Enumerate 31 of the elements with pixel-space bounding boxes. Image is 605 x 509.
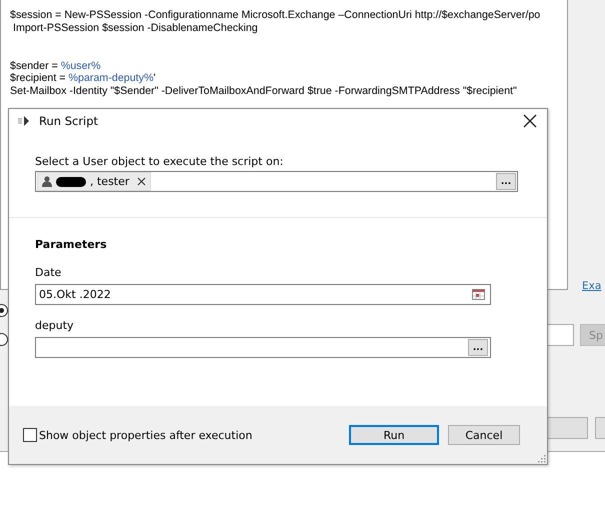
browse-button[interactable]: ... bbox=[468, 339, 488, 356]
resize-grip-icon[interactable] bbox=[538, 455, 546, 463]
code-text: $recipient = bbox=[10, 72, 67, 84]
variable-token: %user% bbox=[60, 60, 101, 72]
date-field[interactable]: 05.Okt .2022 bbox=[35, 284, 491, 305]
code-text: $sender = bbox=[10, 60, 59, 72]
parameter-label: deputy bbox=[35, 319, 75, 332]
checkbox-label: Show object properties after execution bbox=[39, 428, 252, 442]
deputy-field[interactable]: ... bbox=[35, 337, 491, 358]
parameters-heading: Parameters bbox=[35, 238, 108, 251]
redaction-mark bbox=[56, 176, 86, 186]
user-token[interactable]: , tester bbox=[37, 172, 152, 191]
remove-icon[interactable] bbox=[137, 177, 146, 186]
script-icon bbox=[17, 115, 31, 127]
object-label: Select a User object to execute the script on: bbox=[35, 155, 284, 168]
code-text: Import-PSSession $session -DisablenameChecking bbox=[12, 22, 258, 34]
checkbox[interactable] bbox=[23, 428, 37, 442]
calendar-icon[interactable] bbox=[472, 289, 485, 300]
code-text: Set-Mailbox -Identity "$Sender" -DeliverToMailboxAndForward $true -ForwardingSMTPAddress "$recipient" bbox=[10, 85, 517, 98]
variable-token: %param-deputy% bbox=[68, 72, 154, 84]
object-field[interactable]: , tester ... bbox=[35, 171, 518, 192]
parameter-label: Date bbox=[35, 266, 62, 279]
user-icon bbox=[42, 176, 52, 187]
cancel-button[interactable]: Cancel bbox=[448, 425, 520, 445]
code-text: $session = New-PSSession -Configurationname Microsoft.Exchange –ConnectionUri http://$exchangeServer/po bbox=[10, 9, 540, 21]
examples-link[interactable]: Exa bbox=[582, 280, 602, 292]
browse-button[interactable]: ... bbox=[496, 173, 516, 190]
run-button[interactable]: Run bbox=[349, 425, 439, 445]
code-text: ' bbox=[153, 72, 156, 84]
close-icon[interactable] bbox=[523, 114, 537, 128]
dialog-title: Run Script bbox=[39, 114, 100, 128]
